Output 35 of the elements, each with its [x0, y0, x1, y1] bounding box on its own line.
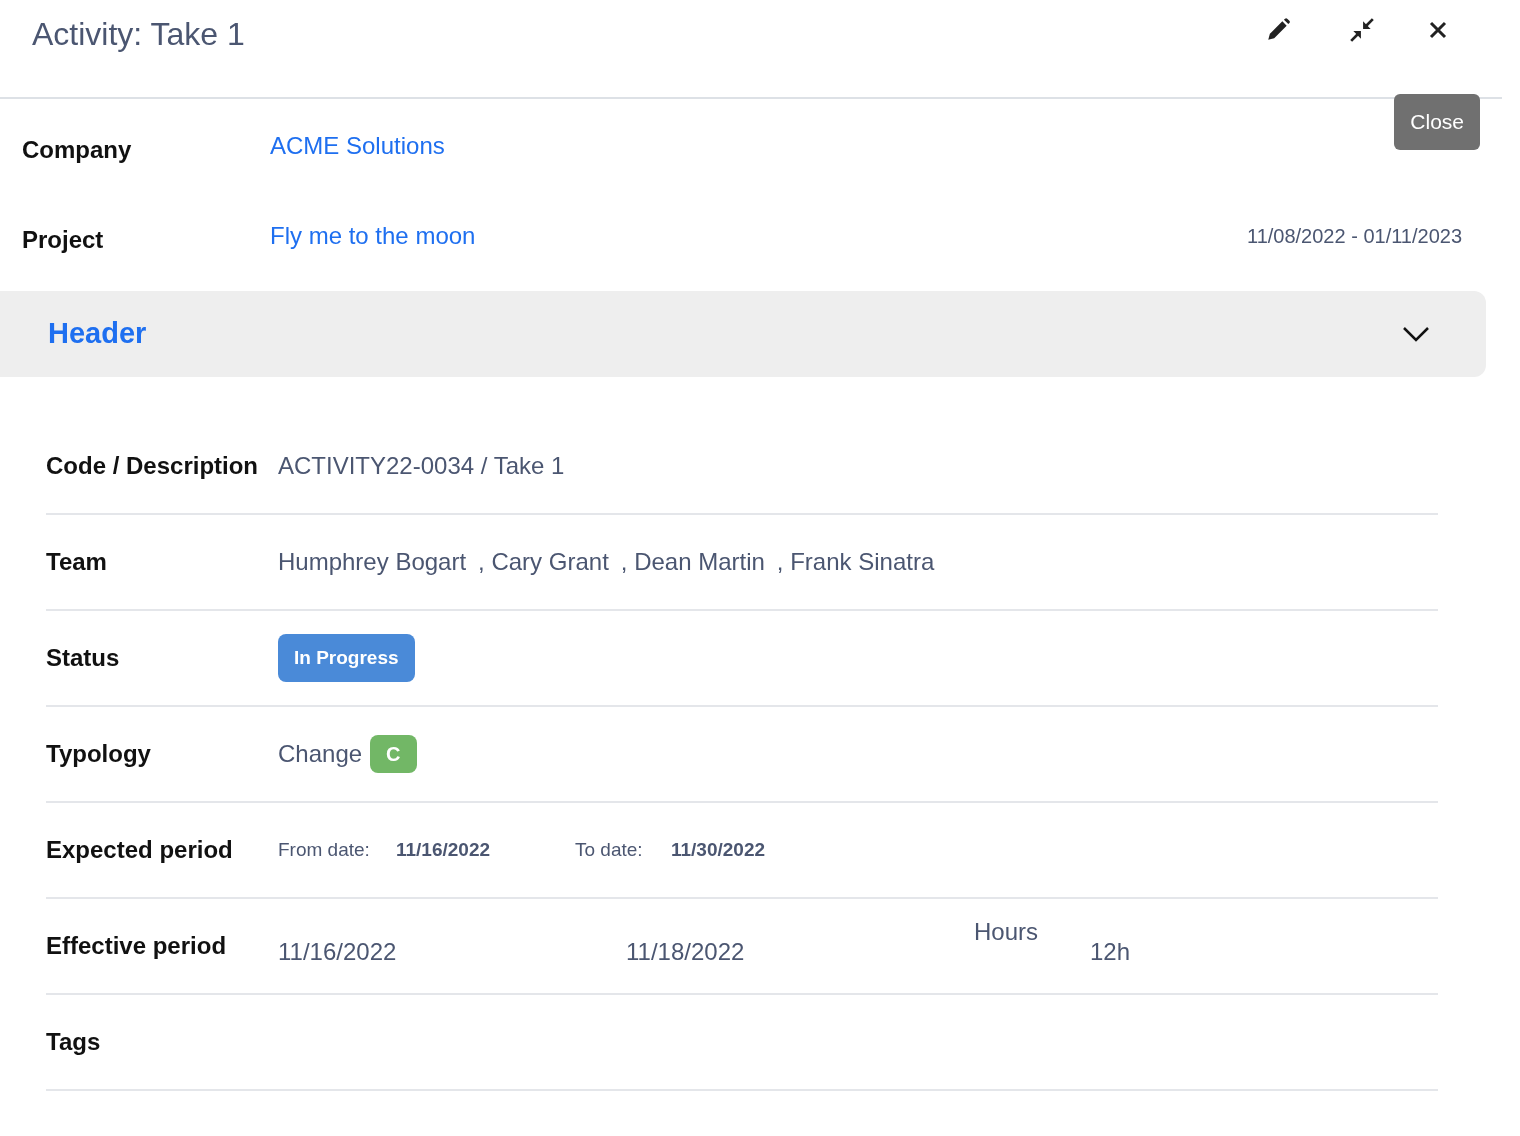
to-date-value: 11/30/2022: [671, 837, 766, 862]
summary-label: Company: [22, 135, 133, 165]
field-label: Status: [46, 643, 121, 673]
hours-value: 12h: [1090, 937, 1131, 967]
field-label: Expected period: [46, 835, 234, 865]
from-date-value: 11/16/2022: [396, 837, 492, 862]
team-member: Humphrey Bogart: [278, 547, 467, 577]
field-label: Typology: [46, 739, 152, 769]
summary-link[interactable]: Fly me to the moon: [270, 218, 476, 254]
window-title: Activity: Take 1: [32, 15, 246, 54]
effective-to-date: 11/18/2022: [626, 937, 746, 967]
collapse-arrows-icon: [1349, 17, 1375, 43]
team-member: , Dean Martin: [620, 547, 765, 577]
typology-value: Change: [278, 739, 363, 769]
from-date-label: From date:: [278, 837, 371, 862]
chevron-icon: [1402, 325, 1430, 343]
team-member: , Frank Sinatra: [776, 547, 935, 577]
typology-badge: C: [370, 735, 417, 773]
close-button[interactable]: Close: [1394, 94, 1480, 150]
field-label: Effective period: [46, 931, 228, 961]
hours-label: Hours: [974, 917, 1040, 947]
field-value: ACTIVITY22-0034 / Take 1: [278, 451, 565, 481]
close-icon: [1428, 20, 1448, 40]
pencil-icon: [1265, 17, 1291, 43]
field-label: Team: [46, 547, 108, 577]
summary-label: Project: [22, 225, 105, 255]
status-badge: In Progress: [278, 633, 415, 683]
field-label: Tags: [46, 1027, 102, 1057]
team-member: , Cary Grant: [478, 547, 609, 577]
summary-link[interactable]: ACME Solutions: [270, 128, 445, 164]
to-date-label: To date:: [575, 837, 644, 862]
effective-from-date: 11/16/2022: [278, 937, 398, 967]
project-period: 11/08/2022 - 01/11/2023: [1247, 224, 1462, 249]
section-header[interactable]: Header: [0, 291, 1486, 377]
field-label: Code / Description: [46, 451, 260, 481]
